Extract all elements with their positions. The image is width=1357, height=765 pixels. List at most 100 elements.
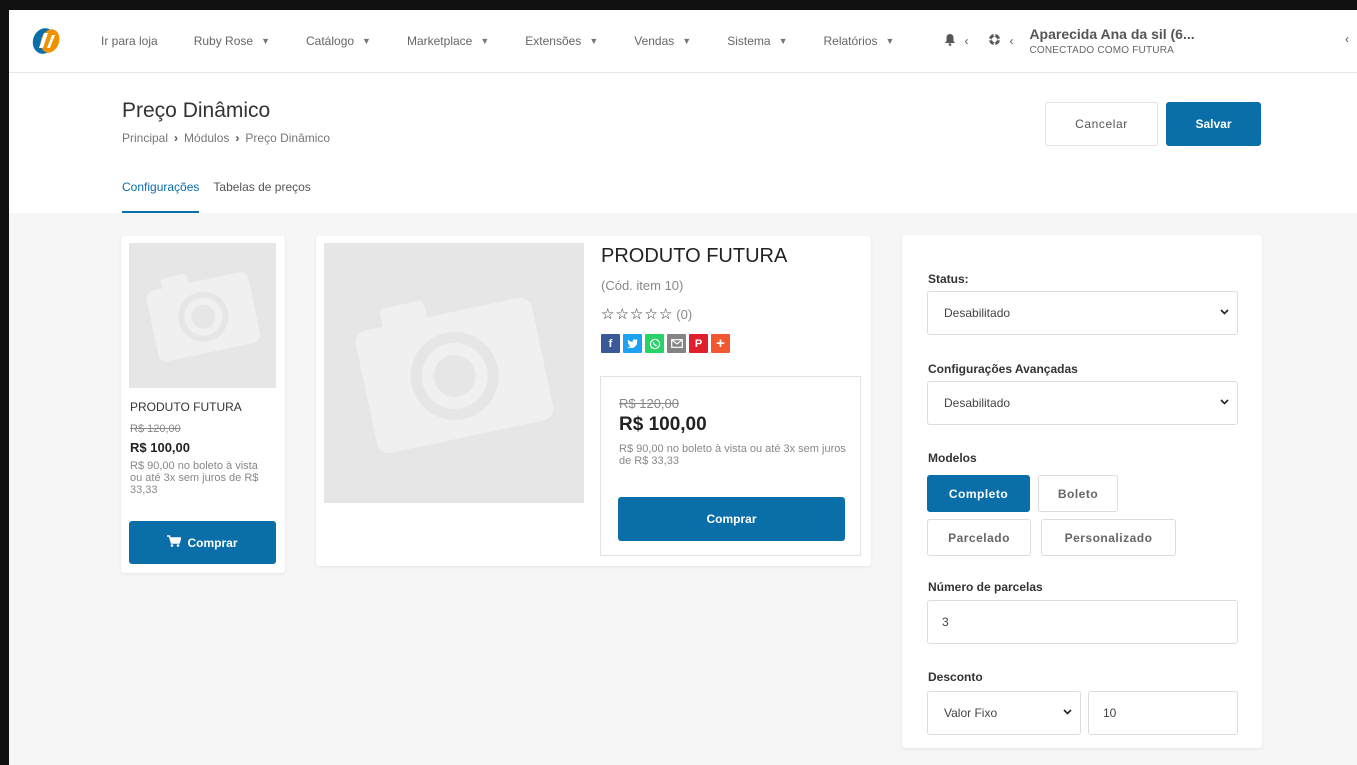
product-price: R$ 100,00 bbox=[619, 414, 707, 435]
camera-icon bbox=[146, 272, 261, 362]
app-frame: Ir para loja Ruby Rose ▼ Catálogo ▼ Mark… bbox=[0, 0, 1357, 765]
discount-label: Desconto bbox=[928, 670, 983, 684]
tab-configuracoes[interactable]: Configurações bbox=[122, 180, 200, 213]
advanced-settings-select[interactable]: Desabilitado bbox=[927, 381, 1238, 425]
top-navbar: Ir para loja Ruby Rose ▼ Catálogo ▼ Mark… bbox=[9, 10, 1357, 73]
nav-label: Extensões bbox=[525, 34, 582, 48]
store-logo[interactable] bbox=[31, 26, 61, 56]
model-personalizado-button[interactable]: Personalizado bbox=[1041, 519, 1176, 556]
chevron-down-icon: ▼ bbox=[480, 36, 490, 46]
product-preview-card-large: PRODUTO FUTURA (Cód. item 10) ☆ ☆ ☆ ☆ ☆ … bbox=[316, 236, 871, 566]
star-outline-icon: ☆ bbox=[615, 306, 630, 323]
status-select-value: Desabilitado bbox=[944, 306, 1011, 320]
product-title: PRODUTO FUTURA bbox=[130, 400, 242, 414]
lifebuoy-icon[interactable] bbox=[988, 33, 1001, 49]
chevron-down-icon bbox=[1063, 707, 1072, 718]
page-header: Preço Dinâmico Principal › Módulos › Preço D… bbox=[9, 73, 1357, 213]
installments-input[interactable]: 3 bbox=[927, 600, 1238, 644]
nav-extensions[interactable]: Extensões ▼ bbox=[525, 34, 598, 48]
product-code: (Cód. item 10) bbox=[601, 278, 684, 293]
model-parcelado-button[interactable]: Parcelado bbox=[927, 519, 1031, 556]
product-old-price: R$ 120,00 bbox=[130, 423, 181, 435]
page-title: Preço Dinâmico bbox=[122, 99, 271, 122]
chevron-left-icon[interactable]: ‹ bbox=[1009, 34, 1013, 48]
breadcrumb-item[interactable]: Módulos bbox=[184, 131, 229, 145]
settings-panel: Status: Desabilitado Configurações Avanç… bbox=[902, 235, 1262, 748]
buy-button[interactable]: Comprar bbox=[618, 497, 845, 541]
nav-catalog[interactable]: Catálogo ▼ bbox=[306, 34, 371, 48]
chevron-down-icon: ▼ bbox=[682, 36, 692, 46]
breadcrumb-separator-icon: › bbox=[174, 131, 179, 145]
nav-marketplace[interactable]: Marketplace ▼ bbox=[407, 34, 489, 48]
star-outline-icon: ☆ bbox=[644, 306, 659, 323]
discount-value-input[interactable]: 10 bbox=[1088, 691, 1238, 735]
chevron-down-icon: ▼ bbox=[778, 36, 788, 46]
breadcrumb-separator-icon: › bbox=[235, 131, 240, 145]
product-rating: ☆ ☆ ☆ ☆ ☆ (0) bbox=[601, 305, 692, 323]
status-label: Status: bbox=[928, 272, 969, 286]
nav-sales[interactable]: Vendas ▼ bbox=[634, 34, 691, 48]
chevron-down-icon: ▼ bbox=[261, 36, 270, 46]
user-role: CONECTADO COMO FUTURA bbox=[1029, 45, 1175, 56]
whatsapp-icon[interactable] bbox=[645, 334, 664, 353]
nav-label: Catálogo bbox=[306, 34, 355, 48]
email-icon[interactable] bbox=[667, 334, 686, 353]
breadcrumb-item[interactable]: Preço Dinâmico bbox=[245, 131, 330, 145]
rating-count: (0) bbox=[676, 306, 693, 322]
models-label: Modelos bbox=[928, 451, 977, 465]
nav-system[interactable]: Sistema ▼ bbox=[727, 34, 787, 48]
chevron-left-icon[interactable]: ‹ bbox=[964, 34, 968, 48]
nav-label: Ir para loja bbox=[101, 34, 158, 48]
user-name: Aparecida Ana da sil (6... bbox=[1029, 26, 1195, 42]
nav-label: Relatórios bbox=[823, 34, 878, 48]
star-outline-icon: ☆ bbox=[601, 306, 616, 323]
price-box: R$ 120,00 R$ 100,00 R$ 90,00 no boleto à… bbox=[600, 376, 861, 556]
nav-ruby-rose[interactable]: Ruby Rose ▼ bbox=[194, 34, 270, 48]
nav-icon-group: ‹ ‹ bbox=[944, 33, 1013, 49]
breadcrumb: Principal › Módulos › Preço Dinâmico bbox=[122, 131, 330, 145]
star-outline-icon: ☆ bbox=[658, 306, 674, 323]
breadcrumb-item[interactable]: Principal bbox=[122, 131, 168, 145]
installments-label: Número de parcelas bbox=[928, 580, 1043, 594]
chevron-left-icon[interactable]: ‹ bbox=[1345, 32, 1349, 46]
product-preview-card-small: PRODUTO FUTURA R$ 120,00 R$ 100,00 R$ 90… bbox=[121, 236, 285, 573]
user-menu[interactable]: Aparecida Ana da sil (6... CONECTADO COM… bbox=[1029, 26, 1194, 56]
nav-label: Sistema bbox=[727, 34, 771, 48]
advanced-select-value: Desabilitado bbox=[944, 396, 1011, 410]
chevron-down-icon: ▼ bbox=[589, 36, 599, 46]
chevron-down-icon bbox=[1220, 307, 1229, 318]
facebook-icon[interactable]: f bbox=[601, 334, 620, 353]
star-outline-icon: ☆ bbox=[629, 306, 645, 323]
more-share-icon[interactable]: + bbox=[711, 334, 730, 353]
chevron-down-icon: ▼ bbox=[885, 36, 895, 46]
model-boleto-button[interactable]: Boleto bbox=[1038, 475, 1118, 512]
share-buttons: f P + bbox=[601, 334, 733, 353]
product-price: R$ 100,00 bbox=[130, 440, 190, 455]
product-payment-info: R$ 90,00 no boleto à vista ou até 3x sem… bbox=[619, 443, 846, 467]
model-completo-button[interactable]: Completo bbox=[927, 475, 1030, 512]
product-image-placeholder bbox=[324, 243, 584, 503]
nav-label: Ruby Rose bbox=[193, 34, 254, 48]
chevron-down-icon bbox=[1220, 397, 1229, 408]
bell-icon[interactable] bbox=[944, 33, 956, 49]
tab-bar: Configurações Tabelas de preços bbox=[122, 180, 325, 213]
status-select[interactable]: Desabilitado bbox=[927, 291, 1238, 335]
nav-reports[interactable]: Relatórios ▼ bbox=[823, 34, 894, 48]
product-payment-info: R$ 90,00 no boleto à vista ou até 3x sem… bbox=[130, 460, 259, 496]
cancel-button[interactable]: Cancelar bbox=[1045, 102, 1158, 146]
tab-tabelas-de-precos[interactable]: Tabelas de preços bbox=[213, 180, 310, 213]
cart-icon bbox=[167, 535, 183, 550]
buy-button[interactable]: Comprar bbox=[129, 521, 276, 564]
twitter-icon[interactable] bbox=[623, 334, 642, 353]
discount-type-value: Valor Fixo bbox=[944, 706, 998, 720]
discount-type-select[interactable]: Valor Fixo bbox=[927, 691, 1081, 735]
chevron-down-icon: ▼ bbox=[362, 36, 371, 46]
product-old-price: R$ 120,00 bbox=[619, 396, 679, 411]
pinterest-icon[interactable]: P bbox=[689, 334, 708, 353]
nav-go-to-store[interactable]: Ir para loja bbox=[101, 34, 158, 48]
save-button[interactable]: Salvar bbox=[1166, 102, 1261, 146]
nav-label: Vendas bbox=[634, 34, 675, 48]
nav-label: Marketplace bbox=[406, 34, 473, 48]
product-title: PRODUTO FUTURA bbox=[601, 245, 788, 267]
camera-icon bbox=[355, 297, 554, 454]
